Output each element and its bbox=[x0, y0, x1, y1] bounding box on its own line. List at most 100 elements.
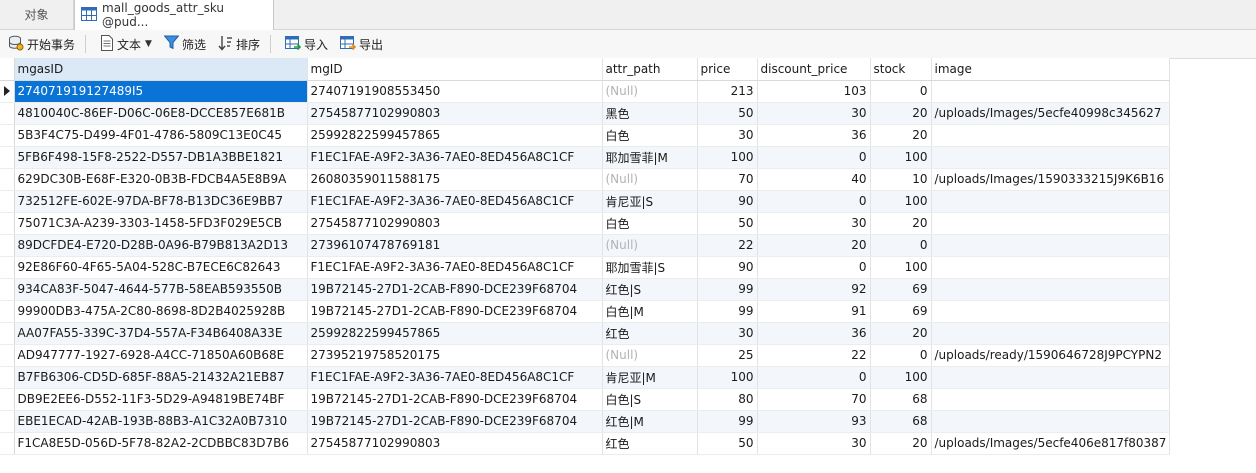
row-selector[interactable] bbox=[0, 124, 15, 147]
table-cell[interactable]: 白色|S bbox=[602, 388, 698, 411]
table-row[interactable]: 89DCFDE4-E720-D28B-0A96-B79B813A2D13 2739… bbox=[0, 234, 1171, 257]
table-cell[interactable]: /uploads/Images/5ecfe406e817f80387 bbox=[931, 432, 1171, 455]
table-cell[interactable]: 70 bbox=[757, 388, 871, 411]
table-cell[interactable]: 89DCFDE4-E720-D28B-0A96-B79B813A2D13 bbox=[14, 234, 308, 257]
row-selector[interactable] bbox=[0, 212, 15, 235]
table-cell[interactable]: 934CA83F-5047-4644-577B-58EAB593550B bbox=[14, 278, 308, 301]
table-cell[interactable]: 103 bbox=[757, 80, 871, 103]
table-cell[interactable]: (Null) bbox=[602, 168, 698, 191]
table-cell[interactable]: 629DC30B-E68F-E320-0B3B-FDCB4A5E8B9A bbox=[14, 168, 308, 191]
table-row[interactable]: 274071919127489I5 27407191908553450 (Null)… bbox=[0, 80, 1171, 103]
table-row[interactable]: 732512FE-602E-97DA-BF78-B13DC36E9BB7 F1EC… bbox=[0, 190, 1171, 213]
table-row[interactable]: AA07FA55-339C-37D4-557A-F34B6408A33E 2599… bbox=[0, 322, 1171, 345]
row-selector[interactable] bbox=[0, 410, 15, 433]
table-cell[interactable]: F1EC1FAE-A9F2-3A36-7AE0-8ED456A8C1CF bbox=[307, 256, 603, 279]
table-cell[interactable]: 0 bbox=[870, 344, 932, 367]
column-header[interactable]: price bbox=[697, 58, 758, 81]
table-cell[interactable]: 耶加雪菲|S bbox=[602, 256, 698, 279]
table-cell[interactable] bbox=[931, 124, 1171, 147]
table-cell[interactable]: 92E86F60-4F65-5A04-528C-B7ECE6C82643 bbox=[14, 256, 308, 279]
sort-button[interactable]: 排序 bbox=[214, 32, 264, 56]
table-cell[interactable]: 20 bbox=[757, 234, 871, 257]
table-row[interactable]: 5FB6F498-15F8-2522-D557-DB1A3BBE1821 F1EC… bbox=[0, 146, 1171, 169]
table-cell[interactable]: 27545877102990803 bbox=[307, 212, 603, 235]
table-cell[interactable]: 90 bbox=[697, 190, 758, 213]
table-cell[interactable]: 黑色 bbox=[602, 102, 698, 125]
table-cell[interactable]: 100 bbox=[870, 190, 932, 213]
table-cell[interactable]: EBE1ECAD-42AB-193B-88B3-A1C32A0B7310 bbox=[14, 410, 308, 433]
row-selector[interactable] bbox=[0, 80, 15, 103]
row-selector[interactable] bbox=[0, 322, 15, 345]
table-row[interactable]: 5B3F4C75-D499-4F01-4786-5809C13E0C45 2599… bbox=[0, 124, 1171, 147]
export-button[interactable]: 导出 bbox=[336, 32, 387, 56]
table-cell[interactable]: 0 bbox=[870, 234, 932, 257]
table-cell[interactable]: 10 bbox=[870, 168, 932, 191]
table-cell[interactable]: (Null) bbox=[602, 344, 698, 367]
table-cell[interactable]: (Null) bbox=[602, 80, 698, 103]
table-cell[interactable] bbox=[931, 410, 1171, 433]
table-cell[interactable]: 100 bbox=[870, 256, 932, 279]
table-cell[interactable]: 100 bbox=[870, 146, 932, 169]
column-header[interactable]: stock bbox=[870, 58, 932, 81]
table-cell[interactable]: 100 bbox=[870, 366, 932, 389]
table-cell[interactable]: 红色|S bbox=[602, 278, 698, 301]
table-cell[interactable]: 20 bbox=[870, 124, 932, 147]
table-cell[interactable]: 19B72145-27D1-2CAB-F890-DCE239F68704 bbox=[307, 410, 603, 433]
table-cell[interactable]: 肯尼亚|M bbox=[602, 366, 698, 389]
table-row[interactable]: 75071C3A-A239-3303-1458-5FD3F029E5CB 2754… bbox=[0, 212, 1171, 235]
column-header[interactable]: discount_price bbox=[757, 58, 871, 81]
table-row[interactable]: 934CA83F-5047-4644-577B-58EAB593550B 19B7… bbox=[0, 278, 1171, 301]
table-cell[interactable]: 4810040C-86EF-D06C-06E8-DCCE857E681B bbox=[14, 102, 308, 125]
table-cell[interactable]: 5B3F4C75-D499-4F01-4786-5809C13E0C45 bbox=[14, 124, 308, 147]
table-cell[interactable] bbox=[931, 212, 1171, 235]
table-cell[interactable]: 19B72145-27D1-2CAB-F890-DCE239F68704 bbox=[307, 388, 603, 411]
table-cell[interactable]: 50 bbox=[697, 102, 758, 125]
table-cell[interactable] bbox=[931, 80, 1171, 103]
table-cell[interactable]: 30 bbox=[697, 124, 758, 147]
table-cell[interactable]: 红色|M bbox=[602, 410, 698, 433]
column-header[interactable]: mgID bbox=[307, 58, 603, 81]
column-header[interactable]: attr_path bbox=[602, 58, 698, 81]
table-cell[interactable]: 90 bbox=[697, 256, 758, 279]
table-cell[interactable]: 68 bbox=[870, 410, 932, 433]
table-cell[interactable]: 0 bbox=[870, 80, 932, 103]
table-cell[interactable]: 80 bbox=[697, 388, 758, 411]
table-cell[interactable]: 93 bbox=[757, 410, 871, 433]
table-cell[interactable]: 19B72145-27D1-2CAB-F890-DCE239F68704 bbox=[307, 300, 603, 323]
column-header[interactable]: image bbox=[931, 58, 1171, 81]
table-cell[interactable]: 75071C3A-A239-3303-1458-5FD3F029E5CB bbox=[14, 212, 308, 235]
import-button[interactable]: 导入 bbox=[281, 32, 332, 56]
table-cell[interactable]: 99 bbox=[697, 300, 758, 323]
table-row[interactable]: EBE1ECAD-42AB-193B-88B3-A1C32A0B7310 19B7… bbox=[0, 410, 1171, 433]
table-row[interactable]: AD947777-1927-6928-A4CC-71850A60B68E 2739… bbox=[0, 344, 1171, 367]
row-selector[interactable] bbox=[0, 256, 15, 279]
table-cell[interactable]: 274071919127489I5 bbox=[14, 80, 308, 103]
table-cell[interactable]: 99 bbox=[697, 278, 758, 301]
table-cell[interactable]: 213 bbox=[697, 80, 758, 103]
table-cell[interactable]: (Null) bbox=[602, 234, 698, 257]
row-selector[interactable] bbox=[0, 234, 15, 257]
table-row[interactable]: 4810040C-86EF-D06C-06E8-DCCE857E681B 2754… bbox=[0, 102, 1171, 125]
table-cell[interactable]: /uploads/Images/1590333215J9K6B16 bbox=[931, 168, 1171, 191]
table-cell[interactable]: 30 bbox=[757, 432, 871, 455]
row-selector[interactable] bbox=[0, 168, 15, 191]
table-cell[interactable]: 20 bbox=[870, 212, 932, 235]
table-row[interactable]: F1CA8E5D-056D-5F78-82A2-2CDBBC83D7B6 2754… bbox=[0, 432, 1171, 455]
table-cell[interactable]: B7FB6306-CD5D-685F-88A5-21432A21EB87 bbox=[14, 366, 308, 389]
table-cell[interactable] bbox=[931, 366, 1171, 389]
column-header[interactable]: mgasID bbox=[14, 58, 308, 81]
row-selector[interactable] bbox=[0, 102, 15, 125]
table-cell[interactable]: F1CA8E5D-056D-5F78-82A2-2CDBBC83D7B6 bbox=[14, 432, 308, 455]
table-cell[interactable]: 30 bbox=[697, 322, 758, 345]
table-cell[interactable]: 30 bbox=[757, 212, 871, 235]
table-cell[interactable]: 36 bbox=[757, 124, 871, 147]
table-cell[interactable]: 25992822599457865 bbox=[307, 124, 603, 147]
table-cell[interactable]: 50 bbox=[697, 212, 758, 235]
table-cell[interactable]: 27545877102990803 bbox=[307, 102, 603, 125]
table-row[interactable]: DB9E2EE6-D552-11F3-5D29-A94819BE74BF 19B7… bbox=[0, 388, 1171, 411]
table-cell[interactable]: 27395219758520175 bbox=[307, 344, 603, 367]
table-cell[interactable]: 白色|M bbox=[602, 300, 698, 323]
row-selector[interactable] bbox=[0, 146, 15, 169]
table-cell[interactable] bbox=[931, 278, 1171, 301]
table-cell[interactable]: 肯尼亚|S bbox=[602, 190, 698, 213]
